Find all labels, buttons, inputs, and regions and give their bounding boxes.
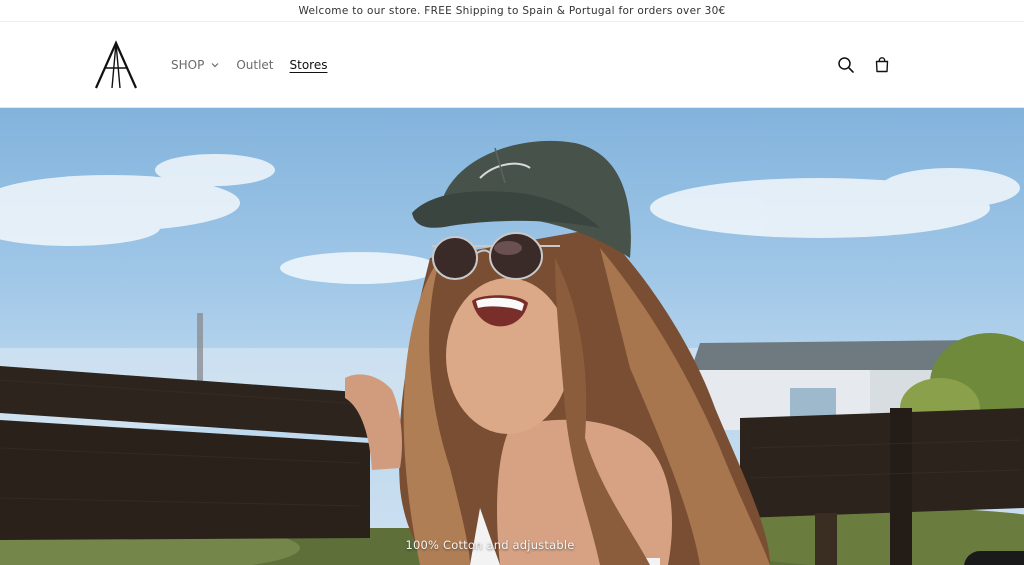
nav-outlet[interactable]: Outlet [236, 58, 273, 72]
hero-photo [0, 140, 1024, 565]
announcement-text: Welcome to our store. FREE Shipping to S… [298, 4, 726, 17]
search-icon[interactable] [837, 56, 855, 74]
nav-shop[interactable]: SHOP [171, 58, 220, 72]
site-header: SHOP Outlet Stores [0, 22, 1024, 108]
announcement-bar: Welcome to our store. FREE Shipping to S… [0, 0, 1024, 22]
header-actions [837, 22, 891, 108]
cart-icon[interactable] [873, 56, 891, 74]
logo-a-icon [94, 40, 138, 89]
nav-stores[interactable]: Stores [290, 58, 328, 72]
store-logo[interactable] [92, 40, 140, 92]
chat-widget-button[interactable] [964, 551, 1024, 565]
nav-stores-label: Stores [289, 58, 328, 72]
nav-outlet-label: Outlet [236, 58, 274, 72]
main-nav: SHOP Outlet Stores [171, 22, 327, 108]
chevron-down-icon [211, 63, 219, 68]
nav-shop-label: SHOP [171, 58, 205, 72]
hero-caption: 100% Cotton and adjustable [405, 538, 575, 552]
hero-banner[interactable]: 100% Cotton and adjustable [0, 108, 1024, 565]
